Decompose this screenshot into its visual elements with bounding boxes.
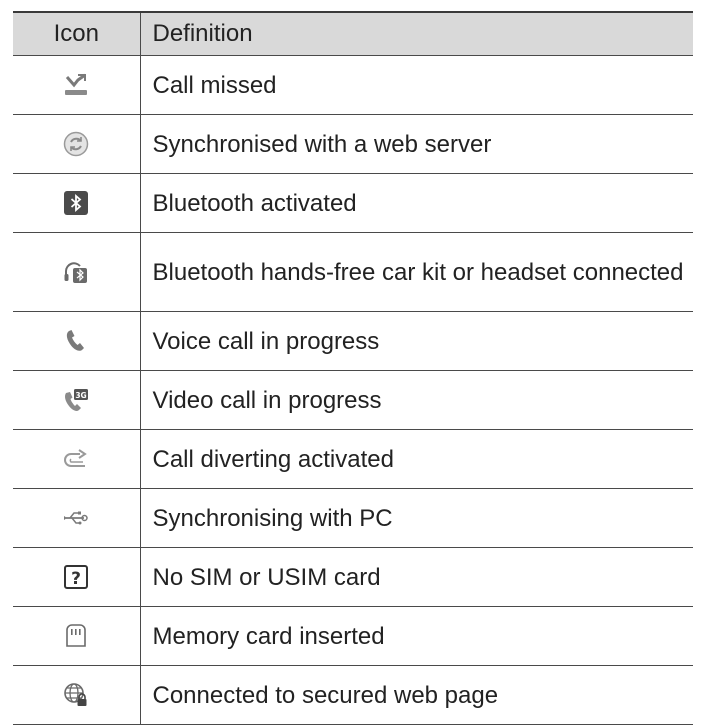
svg-text:3G: 3G — [76, 391, 87, 400]
call-divert-icon — [63, 446, 89, 472]
no-sim-icon: ? — [63, 564, 89, 590]
definition-text: No SIM or USIM card — [140, 547, 693, 607]
memory-card-icon — [63, 623, 89, 649]
definition-text: Connected to secured web page — [140, 665, 693, 725]
table-row: Bluetooth hands-free car kit or headset … — [13, 232, 693, 312]
table-row: Call diverting activated — [13, 429, 693, 489]
definition-column-header: Definition — [140, 12, 693, 56]
table-header-row: Icon Definition — [13, 12, 693, 56]
voice-call-icon — [63, 328, 89, 354]
definition-text: Voice call in progress — [140, 311, 693, 371]
definition-text: Synchronised with a web server — [140, 114, 693, 174]
bluetooth-headset-icon — [63, 259, 89, 285]
call-missed-icon — [63, 72, 89, 98]
definition-text: Bluetooth hands-free car kit or headset … — [140, 232, 693, 312]
table-row: Connected to secured web page — [13, 665, 693, 725]
table-row: 3G Video call in progress — [13, 370, 693, 430]
svg-text:?: ? — [71, 569, 81, 589]
table-row: Memory card inserted — [13, 606, 693, 666]
definition-text: Call diverting activated — [140, 429, 693, 489]
video-call-icon: 3G — [63, 387, 89, 413]
table-row: Voice call in progress — [13, 311, 693, 371]
icon-column-header: Icon — [13, 12, 141, 56]
definition-text: Memory card inserted — [140, 606, 693, 666]
definition-text: Synchronising with PC — [140, 488, 693, 548]
definition-text: Video call in progress — [140, 370, 693, 430]
usb-sync-icon — [63, 505, 89, 531]
table-row: Call missed — [13, 55, 693, 115]
definition-text: Call missed — [140, 55, 693, 115]
secure-web-icon — [63, 682, 89, 708]
icon-definition-table-wrapper: Icon Definition Call missed Synchronised… — [13, 11, 693, 725]
icon-definition-table: Icon Definition Call missed Synchronised… — [13, 11, 693, 725]
table-row: ? No SIM or USIM card — [13, 547, 693, 607]
table-row: Synchronising with PC — [13, 488, 693, 548]
definition-text: Bluetooth activated — [140, 173, 693, 233]
table-row: Synchronised with a web server — [13, 114, 693, 174]
bluetooth-icon — [63, 190, 89, 216]
table-row: Bluetooth activated — [13, 173, 693, 233]
sync-web-icon — [63, 131, 89, 157]
